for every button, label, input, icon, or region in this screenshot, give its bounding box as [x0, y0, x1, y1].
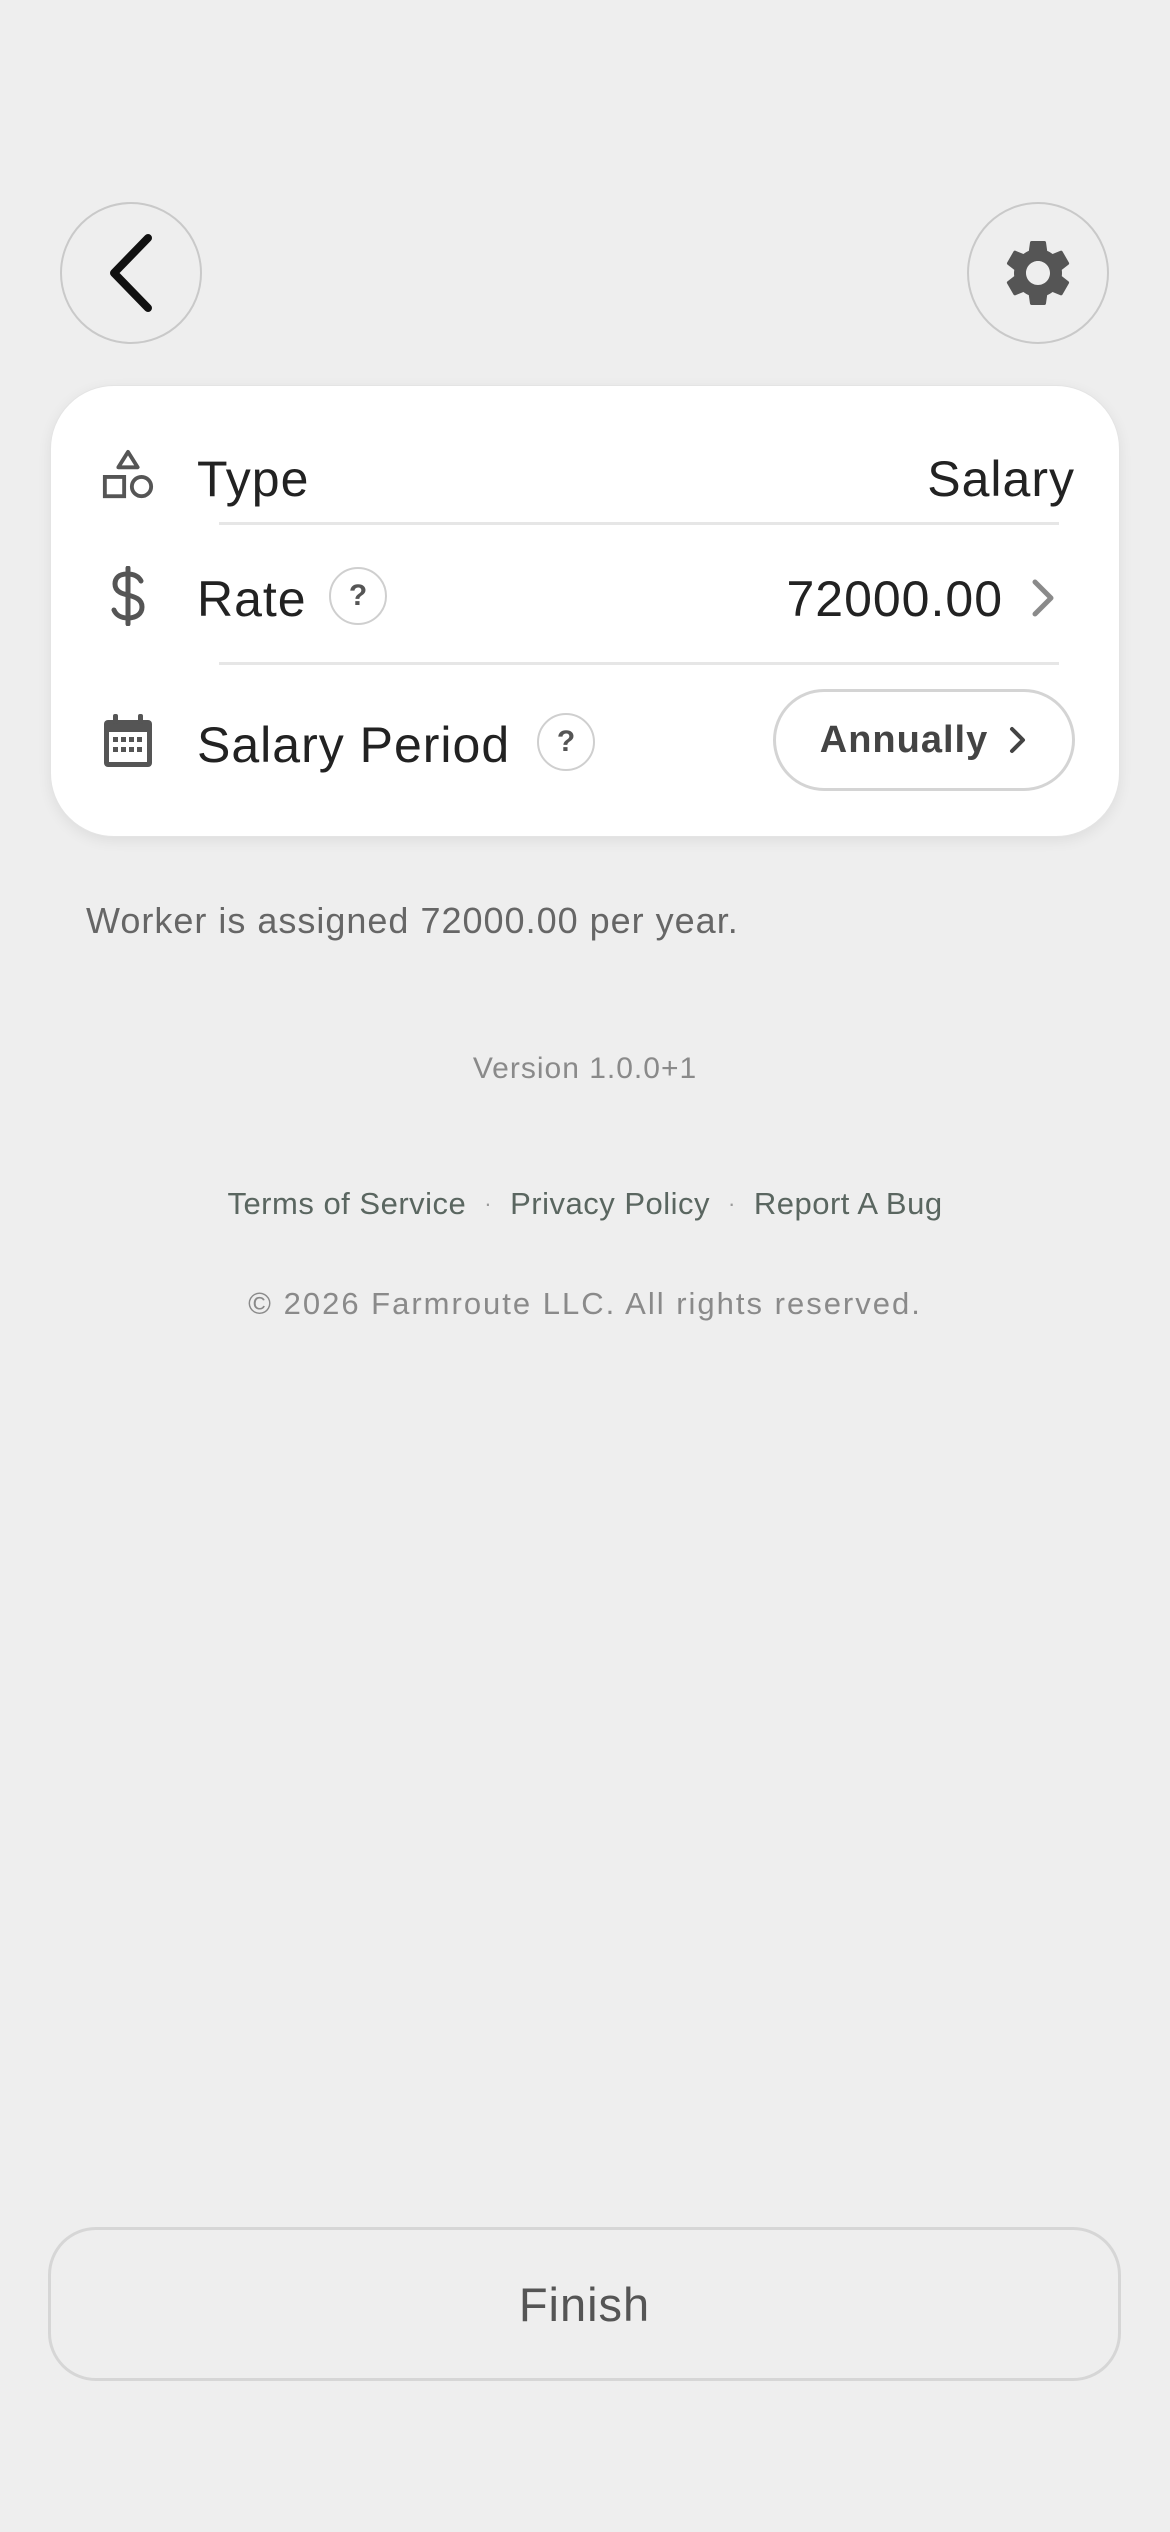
report-bug-link[interactable]: Report A Bug	[754, 1186, 943, 1222]
footer-links: Terms of Service · Privacy Policy · Repo…	[0, 1186, 1170, 1222]
version-text: Version 1.0.0+1	[472, 1052, 698, 1085]
salary-period-selector[interactable]: Annually	[773, 689, 1075, 791]
rate-label: Rate	[197, 571, 307, 627]
type-label: Type	[197, 451, 310, 507]
gear-icon	[1006, 240, 1070, 305]
screen: Type Salary Rate ? 72000.00 Salary Perio…	[0, 0, 1170, 2532]
type-row: Type Salary	[51, 426, 1119, 526]
salary-period-help-button[interactable]: ?	[537, 713, 595, 771]
finish-button[interactable]: Finish	[48, 2227, 1121, 2381]
divider	[219, 662, 1059, 665]
type-value: Salary	[927, 451, 1075, 507]
link-separator: ·	[728, 1191, 736, 1216]
rate-row[interactable]: Rate ? 72000.00	[51, 526, 1119, 666]
chevron-right-icon	[1010, 727, 1026, 753]
rate-help-button[interactable]: ?	[329, 567, 387, 625]
link-separator: ·	[484, 1191, 493, 1216]
rate-value: 72000.00	[786, 571, 1003, 627]
privacy-policy-link[interactable]: Privacy Policy	[510, 1186, 710, 1222]
dollar-icon	[101, 566, 155, 626]
terms-of-service-link[interactable]: Terms of Service	[227, 1186, 466, 1222]
salary-period-row: Salary Period ? Annually	[51, 666, 1119, 816]
chevron-left-icon	[110, 234, 152, 312]
salary-period-value: Annually	[819, 718, 989, 761]
divider	[219, 522, 1059, 525]
copyright-text: © 2026 Farmroute LLC. All rights reserve…	[248, 1286, 922, 1321]
pay-settings-card: Type Salary Rate ? 72000.00 Salary Perio…	[50, 385, 1120, 837]
back-button[interactable]	[60, 202, 202, 344]
pay-summary-text: Worker is assigned 72000.00 per year.	[86, 900, 739, 941]
calendar-icon	[101, 714, 155, 768]
chevron-right-icon	[1032, 579, 1054, 617]
settings-button[interactable]	[967, 202, 1109, 344]
salary-period-label: Salary Period	[197, 717, 511, 773]
shapes-icon	[101, 448, 155, 502]
